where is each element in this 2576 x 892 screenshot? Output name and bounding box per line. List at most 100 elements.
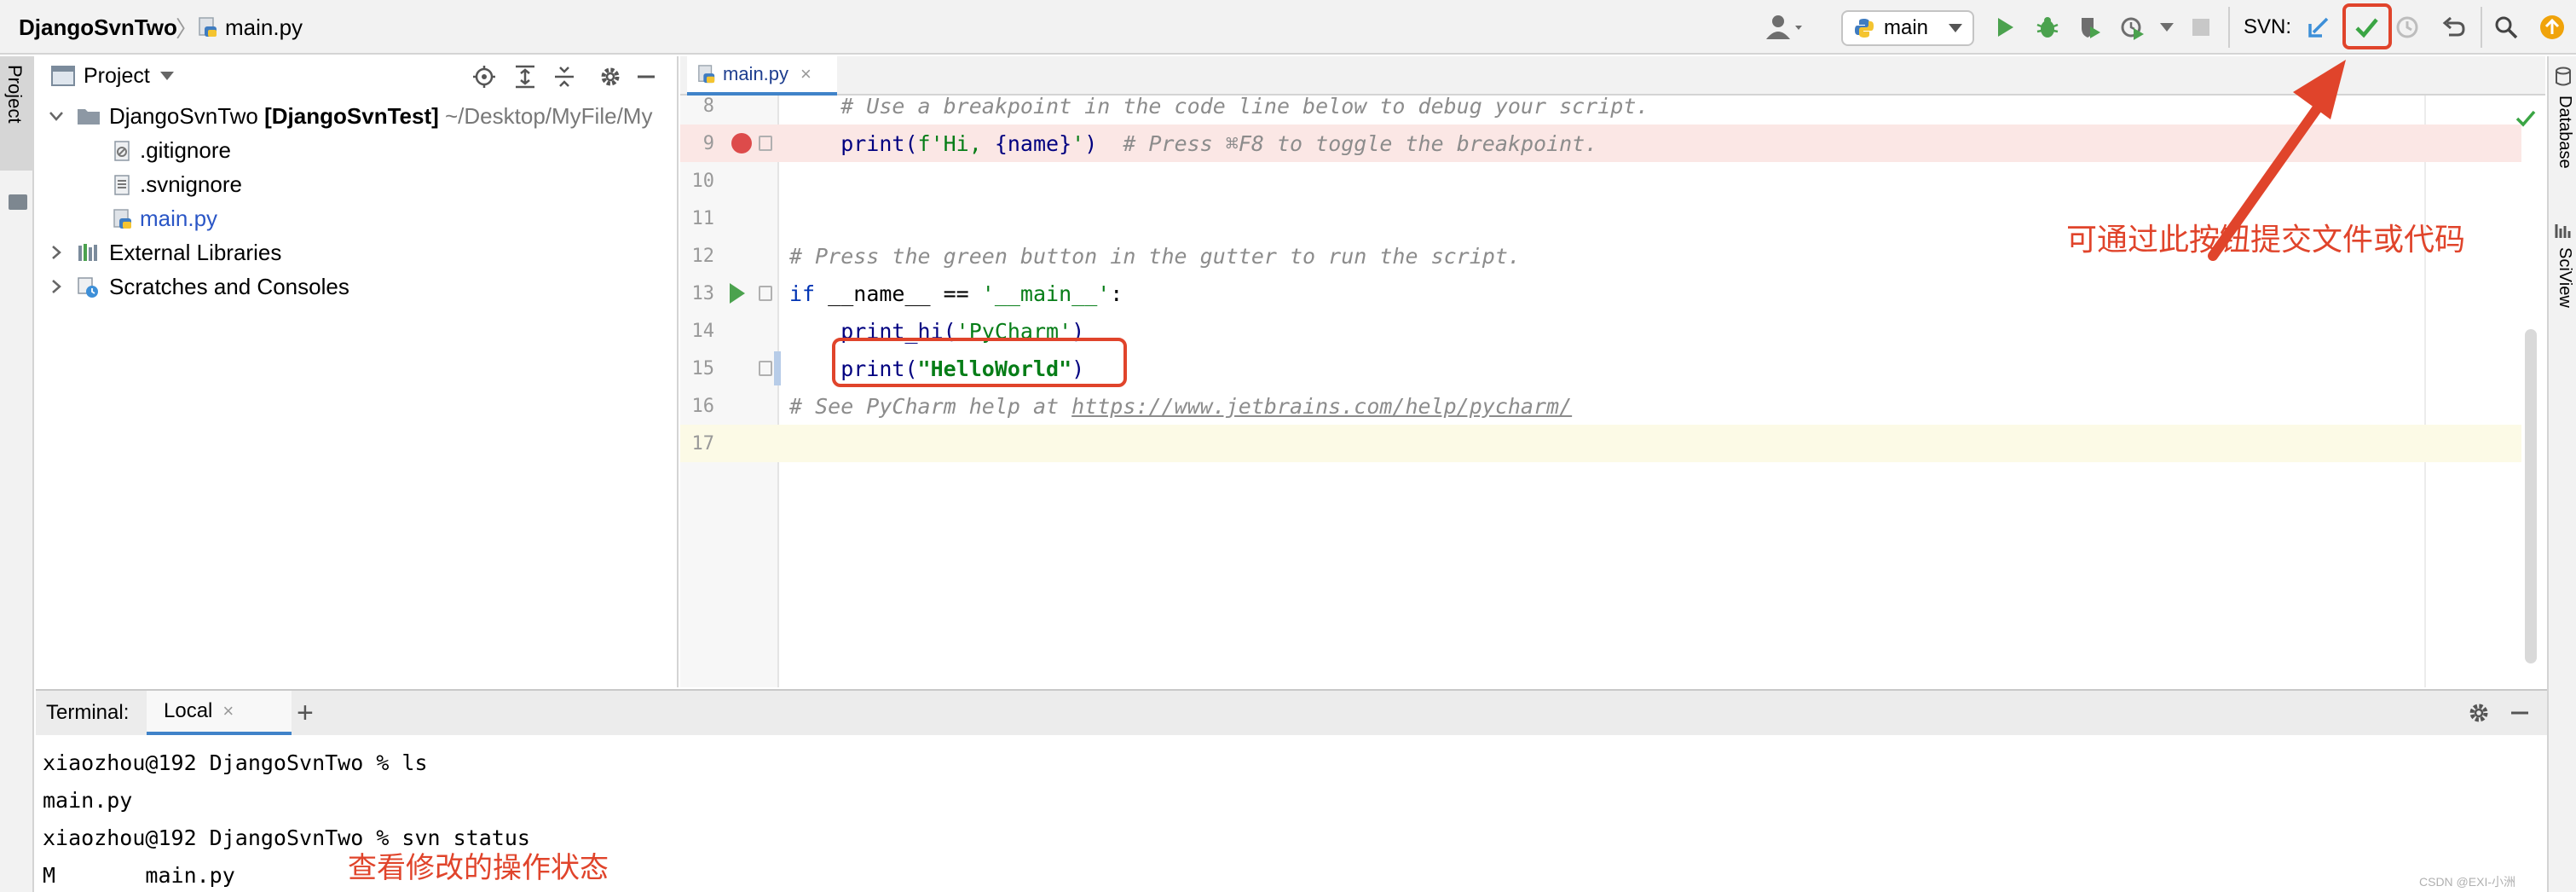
gear-icon: [601, 67, 620, 86]
help-link[interactable]: https://www.jetbrains.com/help/pycharm/: [1071, 394, 1572, 419]
left-tool-strip: Project: [0, 56, 34, 892]
updates-button[interactable]: [2535, 10, 2569, 44]
minimize-icon[interactable]: [2510, 703, 2530, 723]
chevron-down-icon: [2160, 23, 2174, 32]
database-tool-tab[interactable]: Database: [2555, 96, 2574, 169]
code-line-current[interactable]: 17: [680, 425, 2521, 462]
terminal-header: Terminal: Local × +: [36, 691, 2547, 735]
root-folder-path: ~/Desktop/MyFile/My: [445, 102, 653, 129]
sciview-tool-tab[interactable]: SciView: [2555, 247, 2574, 308]
debug-button[interactable]: [2030, 10, 2065, 44]
toolbar-separator: [2228, 7, 2230, 48]
code-line[interactable]: 10: [680, 162, 2521, 200]
coverage-button[interactable]: [2073, 10, 2107, 44]
python-icon: [1855, 19, 1874, 38]
coverage-shield-icon: [2082, 18, 2100, 38]
code-area[interactable]: 8 # Use a breakpoint in the code line be…: [680, 94, 2545, 687]
tree-item-external-libraries[interactable]: External Libraries: [36, 235, 677, 269]
expand-all-button[interactable]: [508, 60, 542, 94]
fold-marker-icon[interactable]: [759, 361, 772, 376]
hide-panel-button[interactable]: [629, 60, 663, 94]
sciview-icon: [2555, 224, 2571, 238]
inspection-ok-icon[interactable]: [2515, 107, 2537, 130]
stop-icon: [2192, 19, 2209, 36]
collapse-all-button[interactable]: [547, 60, 581, 94]
terminal-line: main.py: [43, 787, 133, 813]
editor-scrollbar[interactable]: [2525, 329, 2537, 663]
search-icon: [2495, 16, 2518, 39]
root-folder-name: DjangoSvnTwo: [109, 102, 258, 129]
more-run-options[interactable]: [2150, 10, 2184, 44]
code-token: f'Hi,: [917, 130, 995, 156]
tree-item-svnignore[interactable]: .svnignore: [36, 167, 677, 201]
code-text: # Press the green button in the gutter t…: [789, 243, 1521, 269]
minimize-icon: [638, 75, 655, 78]
chevron-right-icon[interactable]: [48, 278, 65, 295]
breakpoint-icon[interactable]: [731, 133, 752, 153]
line-number: 12: [691, 245, 715, 267]
svn-label: SVN:: [2244, 15, 2292, 38]
breadcrumb-project[interactable]: DjangoSvnTwo: [19, 0, 177, 55]
vcs-change-marker[interactable]: [774, 351, 781, 385]
update-notification-icon: [2540, 15, 2564, 39]
run-button[interactable]: [1988, 10, 2022, 44]
chevron-down-icon[interactable]: [48, 107, 65, 125]
line-number: 13: [691, 282, 715, 304]
line-number: 17: [691, 432, 715, 455]
main-toolbar: DjangoSvnTwo 〉 main.py main SVN:: [0, 0, 2576, 55]
gear-icon[interactable]: [2467, 701, 2491, 725]
run-config-selector[interactable]: main: [1841, 10, 1974, 46]
svn-rollback-button[interactable]: [2436, 10, 2470, 44]
python-file-icon: [199, 17, 217, 37]
toolbar-separator: [2481, 7, 2482, 48]
debug-bug-icon: [2036, 17, 2059, 38]
tree-item-scratches[interactable]: Scratches and Consoles: [36, 269, 677, 304]
tree-item-root[interactable]: DjangoSvnTwo [DjangoSvnTest] ~/Desktop/M…: [36, 99, 677, 133]
code-line-breakpoint[interactable]: 9 print(f'Hi, {name}') # Press ⌘F8 to to…: [680, 125, 2521, 162]
panel-settings-button[interactable]: [593, 60, 627, 94]
code-token: if: [789, 281, 816, 306]
search-everywhere-button[interactable]: [2489, 10, 2523, 44]
fold-marker-icon[interactable]: [759, 286, 772, 301]
svn-history-button[interactable]: [2390, 10, 2424, 44]
svn-update-button[interactable]: [2302, 10, 2336, 44]
locate-file-button[interactable]: [467, 60, 501, 94]
collapse-all-icon: [555, 67, 574, 87]
watermark: CSDN @EXI-小洲: [2419, 875, 2515, 889]
terminal-title: Terminal:: [46, 701, 130, 724]
chevron-down-icon: [1949, 24, 1962, 32]
breadcrumb-separator: 〉: [176, 15, 199, 42]
stop-button[interactable]: [2184, 10, 2218, 44]
close-icon[interactable]: ×: [222, 700, 234, 722]
editor-tab-label: main.py: [723, 63, 789, 84]
tree-item-gitignore[interactable]: .gitignore: [36, 133, 677, 167]
chevron-right-icon[interactable]: [48, 244, 65, 261]
code-line[interactable]: 13 if __name__ == '__main__':: [680, 275, 2521, 312]
commit-annotation: 可通过此按钮提交文件或代码: [2066, 223, 2466, 258]
code-token: {name}: [994, 130, 1072, 156]
chevron-down-icon[interactable]: [159, 72, 174, 80]
modified-line-highlight: [832, 338, 1127, 387]
profile-button[interactable]: [2116, 10, 2150, 44]
project-tool-tab[interactable]: Project: [0, 56, 34, 171]
new-terminal-button[interactable]: +: [297, 691, 314, 735]
terminal-tab-local[interactable]: Local ×: [147, 691, 292, 735]
run-gutter-icon[interactable]: [730, 283, 745, 304]
library-icon: [77, 242, 102, 263]
tree-item-label: Scratches and Consoles: [109, 273, 349, 299]
code-token: :: [1110, 281, 1123, 306]
fold-marker-icon[interactable]: [759, 136, 772, 151]
run-config-label: main: [1884, 16, 1929, 39]
code-token: '__main__': [981, 281, 1111, 306]
user-account-icon[interactable]: [1763, 12, 1811, 43]
project-panel-title[interactable]: Project: [84, 64, 150, 89]
code-line[interactable]: 16 # See PyCharm help at https://www.jet…: [680, 387, 2521, 425]
code-line[interactable]: 8 # Use a breakpoint in the code line be…: [680, 87, 2521, 125]
close-icon[interactable]: ×: [800, 63, 811, 85]
python-file-icon: [113, 208, 133, 229]
breadcrumb-file[interactable]: main.py: [198, 0, 303, 55]
tree-item-main-py[interactable]: main.py: [36, 201, 677, 235]
commit-button-highlight: [2342, 3, 2392, 49]
right-tool-strip: Database SciView: [2547, 56, 2576, 892]
crosshair-icon: [473, 66, 495, 88]
